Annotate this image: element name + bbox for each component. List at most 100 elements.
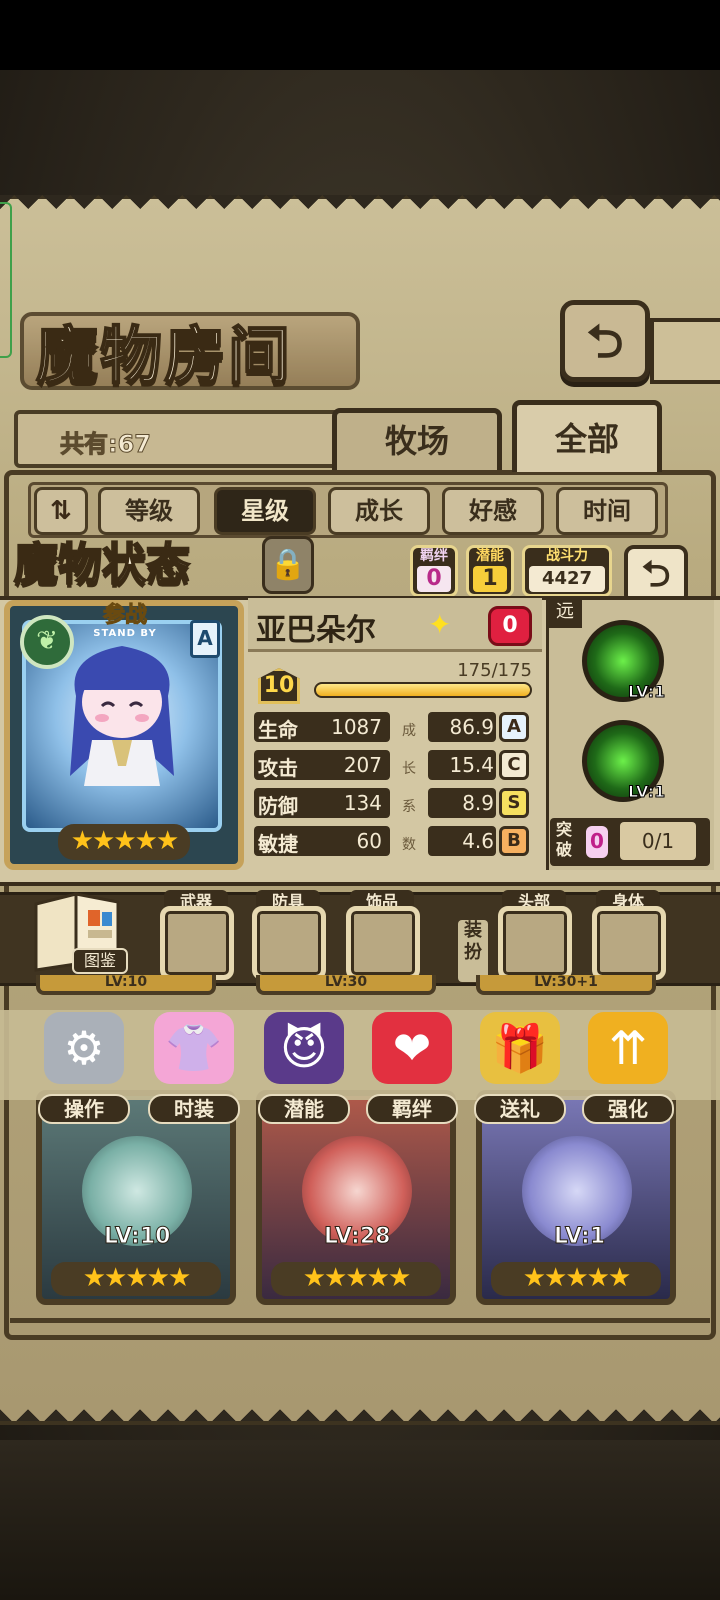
skill-2-level: LV:1 [627,782,666,802]
action-label: 羁绊 [366,1094,458,1124]
potential-label: 潜能 [476,548,504,564]
stat-label: 生命 [258,718,298,742]
back-button[interactable]: ⮌ [560,300,650,382]
monster-count: 共有:67 [60,430,152,459]
sort-affection-button[interactable]: 好感 [442,487,544,535]
weapon-slot[interactable] [160,906,234,980]
growth-grade-badge: C [499,750,529,780]
stat-value: 1087 [331,715,382,739]
growth-grade-badge: S [499,788,529,818]
standby-banner: 参战 STAND BY [60,603,190,639]
monster-level: LV:1 [553,1224,606,1250]
bond-value: 0 [417,566,451,592]
affection-heart-badge[interactable]: 0 [488,606,532,646]
dress-up-text: 装扮 [464,920,482,963]
skill-1-level: LV:1 [627,682,666,702]
exp-text: 175/175 [457,660,532,681]
growth-coefficient-label: 系 [402,799,416,815]
stat-label: 防御 [258,794,298,818]
gift-icon: 🎁 [480,1012,560,1084]
monster-level: LV:10 [103,1224,171,1250]
exp-bar-fill [316,684,530,696]
potential-counter: 潜能 1 [466,545,514,597]
growth-grade-badge: B [499,826,529,856]
bond-counter: 羁绊 0 [410,545,458,597]
back-arrow-icon: ⮌ [586,314,624,368]
stat-label: 敏捷 [258,832,298,856]
growth-value: 86.9 [449,715,494,739]
breakthrough-badge: 0 [586,826,608,858]
demon-icon: 😈 [264,1012,344,1084]
system-status-bar [0,0,720,70]
nature-element-icon: ❦ [20,615,74,669]
growth-value: 8.9 [462,791,494,815]
bottom-background [0,1440,720,1600]
growth-grade-badge: A [499,712,529,742]
potential-value: 1 [473,566,507,592]
tab-pasture[interactable]: 牧场 [332,408,502,470]
tab-all[interactable]: 全部 [512,400,662,472]
sort-time-button[interactable]: 时间 [556,487,658,535]
breakthrough-progress[interactable]: 0/1 [620,822,696,860]
upgrade-arrows-icon: ⇈ [588,1012,668,1084]
panel-top-edge [0,195,720,221]
action-button-4[interactable]: ❤ 羁绊 [366,1012,458,1124]
side-handle[interactable] [0,202,12,358]
stat-value: 207 [343,753,382,777]
title-right-plate [650,318,720,384]
standby-label: 参战 [102,603,147,628]
bond-label: 羁绊 [420,548,448,564]
action-button-5[interactable]: 🎁 送礼 [474,1012,566,1124]
growth-coefficient-label: 长 [402,761,416,777]
armor-slot[interactable] [252,906,326,980]
action-button-6[interactable]: ⇈ 强化 [582,1012,674,1124]
dress-up-label: 装扮 [458,920,488,982]
standby-sub-label: STAND BY [93,628,157,639]
action-button-3[interactable]: 😈 潜能 [258,1012,350,1124]
monster-name: 亚巴朵尔 [256,613,376,648]
gear-icon: ⚙ [44,1012,124,1084]
attack-range-label: 远 [548,598,582,628]
monster-stars: ★★★★★ [271,1262,441,1296]
hearts-icon: ❤ [372,1012,452,1084]
list-card-partial[interactable]: LV:10 [36,975,216,995]
star-rating: ★★★★★ [58,824,190,860]
stat-label: 攻击 [258,756,298,780]
list-bottom-frame [10,1318,710,1340]
action-label: 潜能 [258,1094,350,1124]
list-card-partial[interactable]: LV:30+1 [476,975,656,995]
sort-growth-button[interactable]: 成长 [328,487,430,535]
head-slot[interactable] [498,906,572,980]
codex-label[interactable]: 图鉴 [72,948,128,974]
growth-value: 4.6 [462,829,494,853]
growth-coefficient-label: 数 [402,837,416,853]
growth-coefficient-label: 成 [402,723,416,739]
action-button-2[interactable]: 👚 时装 [148,1012,240,1124]
action-button-1[interactable]: ⚙ 操作 [38,1012,130,1124]
sort-order-icon: ⇅ [50,496,72,526]
combat-power: 战斗力 4427 [522,545,612,597]
sparkle-star-icon: ✦ [428,608,452,641]
stat-value: 134 [343,791,382,815]
monster-stars: ★★★★★ [491,1262,661,1296]
action-label: 操作 [38,1094,130,1124]
sort-star-button[interactable]: 星级 [214,487,316,535]
list-card-partial[interactable]: LV:30 [256,975,436,995]
growth-value: 15.4 [449,753,494,777]
return-arrow-icon: ⮌ [641,554,671,595]
action-label: 强化 [582,1094,674,1124]
monster-level: LV:28 [323,1224,391,1250]
combat-power-value: 4427 [529,566,605,592]
padlock-icon: 🔒 [269,547,307,582]
character-portrait[interactable] [56,636,188,786]
body-slot[interactable] [592,906,666,980]
breakthrough-label: 突破 [556,820,573,859]
status-title: 魔物状态 [13,538,191,591]
accessory-slot[interactable] [346,906,420,980]
monster-stars: ★★★★★ [51,1262,221,1296]
outfit-icon: 👚 [154,1012,234,1084]
action-label: 送礼 [474,1094,566,1124]
action-label: 时装 [148,1094,240,1124]
lock-button[interactable]: 🔒 [262,536,314,594]
stat-value: 60 [356,829,382,853]
